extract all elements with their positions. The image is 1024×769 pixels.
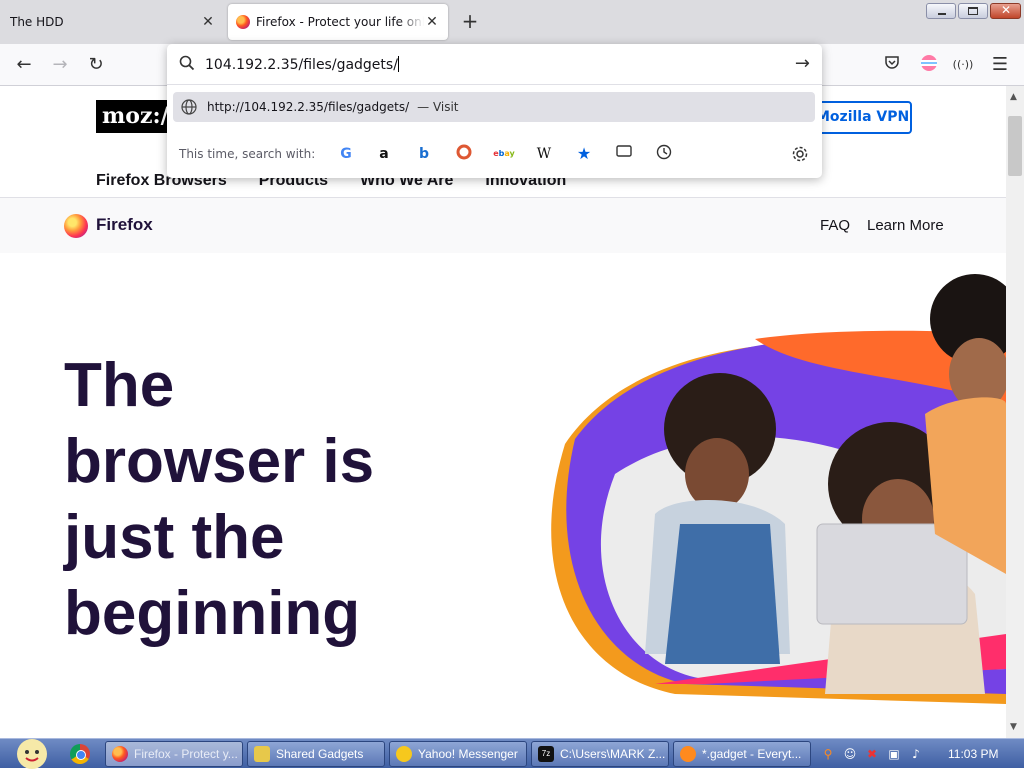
headline-line: browser is — [64, 427, 375, 496]
yahoo-messenger-icon — [396, 746, 412, 762]
security-tray-icon[interactable]: ✖ — [864, 746, 880, 762]
forward-button[interactable]: → — [48, 53, 72, 77]
bookmarks-star-icon[interactable]: ★ — [573, 144, 595, 164]
firefox-icon — [112, 746, 128, 762]
tab-firefox-protect[interactable]: Firefox - Protect your life online ✕ — [228, 4, 448, 40]
account-icon[interactable] — [918, 54, 940, 76]
smiley-tray-icon[interactable]: ☺ — [842, 746, 858, 762]
tab-strip: The HDD ✕ Firefox - Protect your life on… — [0, 0, 1024, 44]
ebay-icon[interactable]: ebay — [493, 144, 515, 164]
firefox-brand[interactable]: Firefox — [96, 215, 153, 235]
taskbar-item-firefox[interactable]: Firefox - Protect y... — [105, 741, 243, 767]
extensions-icon[interactable]: ((·)) — [952, 54, 974, 76]
headline-line: The — [64, 351, 175, 420]
taskbar: Firefox - Protect y... Shared Gadgets Ya… — [0, 738, 1024, 769]
maximize-button[interactable] — [958, 3, 988, 19]
scroll-up-icon[interactable]: ▲ — [1010, 92, 1017, 102]
vertical-scrollbar[interactable]: ▲ ▼ — [1006, 86, 1024, 738]
bing-icon[interactable]: b — [413, 144, 435, 164]
wikipedia-icon[interactable]: W — [533, 144, 555, 164]
system-tray: ⚲ ☺ ✖ ▣ ♪ 11:03 PM — [820, 739, 1024, 769]
url-suggestion-row[interactable]: http://104.192.2.35/files/gadgets/ — Vis… — [173, 92, 815, 122]
minimize-icon — [938, 13, 946, 15]
web-page: moz://a Mozilla VPN Firefox Browsers Pro… — [0, 86, 1006, 738]
duckduckgo-icon[interactable] — [453, 144, 475, 164]
scrollbar-thumb[interactable] — [1008, 116, 1022, 176]
hero-image — [551, 274, 1006, 704]
taskbar-item-7zip[interactable]: 7z C:\Users\MARK Z... — [531, 741, 669, 767]
urlbar-panel: 104.192.2.35/files/gadgets/ → http://104… — [167, 44, 822, 178]
history-clock-icon[interactable] — [653, 144, 675, 164]
close-window-button[interactable]: ✕ — [990, 3, 1021, 19]
minimize-button[interactable] — [926, 3, 956, 19]
google-icon[interactable]: G — [335, 144, 357, 164]
search-with-label: This time, search with: — [179, 147, 316, 161]
search-icon — [179, 55, 195, 71]
faq-link[interactable]: FAQ — [820, 217, 850, 234]
magnifier-icon — [680, 746, 696, 762]
pocket-icon[interactable] — [881, 54, 903, 76]
taskbar-item-everything[interactable]: *.gadget - Everyt... — [673, 741, 811, 767]
reload-button[interactable]: ↻ — [84, 53, 108, 77]
url-text: 104.192.2.35/files/gadgets/ — [205, 56, 399, 73]
taskbar-item-shared-gadgets[interactable]: Shared Gadgets — [247, 741, 385, 767]
tab-title: Firefox - Protect your life online — [256, 15, 424, 29]
new-tab-button[interactable]: + — [460, 11, 480, 32]
chrome-quicklaunch-icon[interactable] — [70, 744, 90, 764]
close-icon: ✕ — [1000, 3, 1012, 17]
tabs-icon[interactable] — [613, 144, 635, 164]
suggestion-action: — Visit — [417, 100, 459, 114]
clock[interactable]: 11:03 PM — [948, 747, 998, 761]
urlbar-input[interactable]: 104.192.2.35/files/gadgets/ → — [167, 44, 822, 85]
search-settings-gear-icon[interactable] — [791, 145, 809, 167]
scroll-down-icon[interactable]: ▼ — [1010, 722, 1017, 732]
start-button[interactable] — [6, 739, 48, 769]
menu-icon[interactable]: ☰ — [989, 54, 1011, 76]
volume-tray-icon[interactable]: ♪ — [908, 746, 924, 762]
go-button[interactable]: → — [795, 54, 810, 74]
globe-icon — [181, 99, 197, 115]
firefox-logo-icon[interactable] — [64, 214, 88, 238]
headline-line: just the — [64, 503, 285, 572]
firefox-subnav: Firefox FAQ Learn More — [0, 197, 1006, 253]
close-tab-icon[interactable]: ✕ — [200, 14, 216, 30]
maximize-icon — [968, 7, 978, 15]
mozilla-logo[interactable]: moz://a — [96, 100, 176, 133]
tab-title: The HDD — [10, 15, 64, 29]
hero-headline: The browser is just the beginning — [64, 348, 484, 652]
folder-icon — [254, 746, 270, 762]
suggestion-url: http://104.192.2.35/files/gadgets/ — [207, 100, 410, 114]
amazon-icon[interactable]: a — [373, 144, 395, 164]
back-button[interactable]: ← — [12, 53, 36, 77]
search-engine-row: This time, search with: G a b ebay W ★ — [167, 136, 822, 172]
learn-more-link[interactable]: Learn More — [867, 217, 944, 234]
headline-line: beginning — [64, 579, 361, 648]
search-tray-icon[interactable]: ⚲ — [820, 746, 836, 762]
network-tray-icon[interactable]: ▣ — [886, 746, 902, 762]
7zip-icon: 7z — [538, 746, 554, 762]
close-tab-icon[interactable]: ✕ — [424, 14, 440, 30]
tab-the-hdd[interactable]: The HDD ✕ — [0, 4, 224, 40]
firefox-favicon-icon — [236, 15, 250, 29]
taskbar-item-yahoo-messenger[interactable]: Yahoo! Messenger — [389, 741, 527, 767]
